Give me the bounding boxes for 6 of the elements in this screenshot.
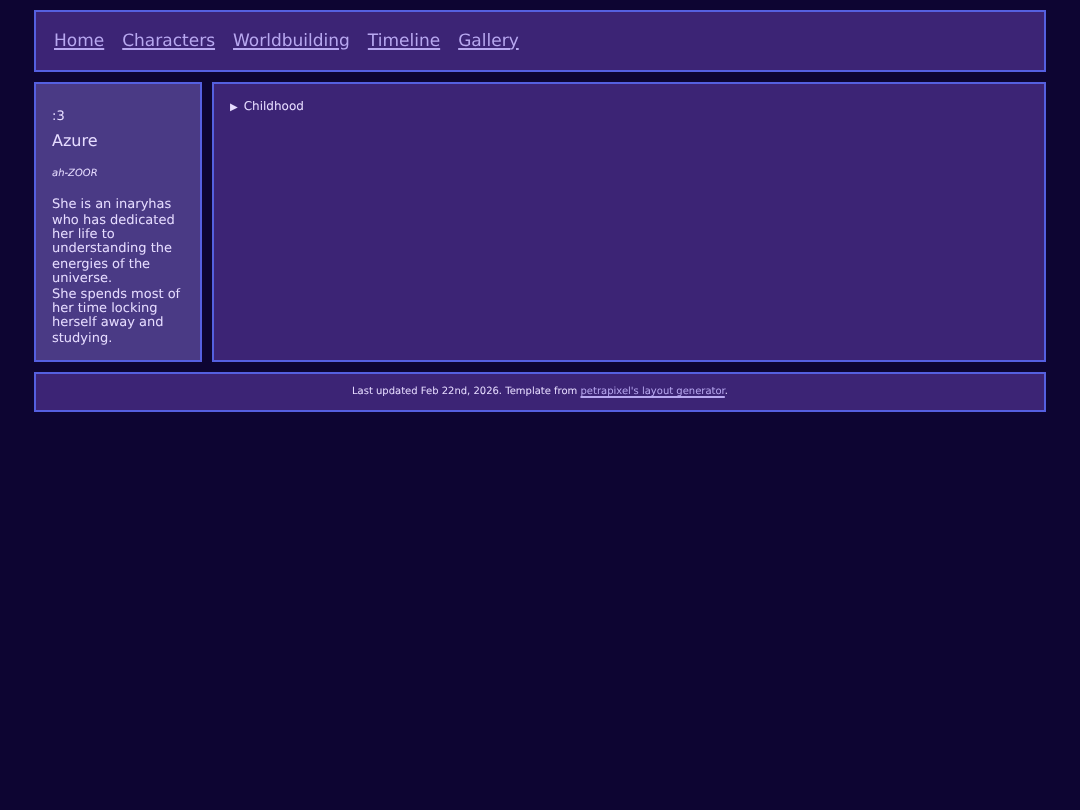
nav-link[interactable]: Characters [122,31,216,51]
nav-link[interactable]: Worldbuilding [233,31,350,51]
character-name: Azure [52,134,100,150]
nav-link[interactable]: Home [54,31,105,51]
nav-link[interactable]: Timeline [367,31,441,51]
nav-link[interactable]: Gallery [458,31,519,51]
